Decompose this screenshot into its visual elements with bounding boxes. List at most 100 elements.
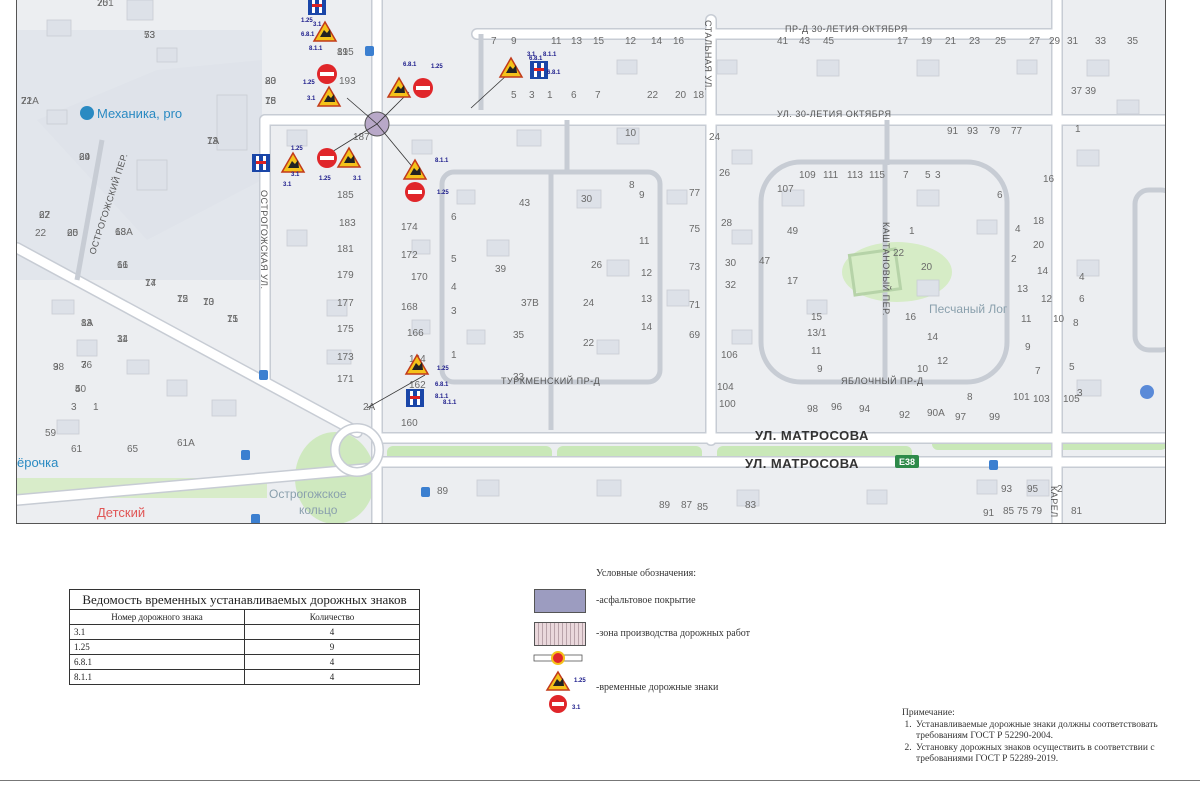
house-number: 1 bbox=[909, 226, 915, 237]
ledger-qty-cell: 4 bbox=[244, 624, 419, 640]
house-number: 43 bbox=[799, 36, 811, 47]
house-number: 10 bbox=[917, 364, 929, 375]
house-number: 14 bbox=[641, 322, 653, 333]
house-number: 12 bbox=[625, 36, 637, 47]
house-number: 27 bbox=[1029, 36, 1041, 47]
house-number: 4 bbox=[1015, 224, 1021, 235]
house-number: 19 bbox=[921, 36, 933, 47]
poi-label[interactable]: Детский bbox=[97, 505, 145, 520]
house-number: 8 bbox=[967, 392, 973, 403]
house-number: 83 bbox=[745, 500, 757, 511]
legend-asphalt-text: -асфальтовое покрытие bbox=[596, 595, 696, 606]
house-number: 7 bbox=[491, 36, 497, 47]
house-number: 18 bbox=[693, 90, 705, 101]
house-number: 100 bbox=[719, 399, 736, 410]
poi-label[interactable]: Механика, pro bbox=[97, 106, 182, 121]
notes-title: Примечание: bbox=[902, 708, 955, 718]
house-number: 6 bbox=[451, 212, 457, 223]
house-number: 193 bbox=[339, 76, 356, 87]
sign-ledger-table: Ведомость временных устанавливаемых доро… bbox=[69, 589, 420, 685]
house-number: 160 bbox=[401, 418, 418, 429]
house-number: 77 bbox=[145, 278, 157, 289]
sign-code-label: 8.1.1 bbox=[443, 400, 457, 406]
sign-code-label: 3.1 bbox=[313, 22, 322, 28]
house-number: 13 bbox=[641, 294, 653, 305]
ledger-grid: Номер дорожного знака Количество 3.1 4 1… bbox=[70, 610, 419, 684]
house-number: 8 bbox=[629, 180, 635, 191]
house-number: 9 bbox=[511, 36, 517, 47]
house-number: 94 bbox=[859, 404, 871, 415]
house-number: 33 bbox=[513, 372, 525, 383]
sign-code-label: 8.1.1 bbox=[435, 394, 449, 400]
street-label: ЯБЛОЧНЫЙ ПР-Д bbox=[841, 375, 924, 386]
house-number: 26 bbox=[719, 168, 731, 179]
house-number: 79 bbox=[1031, 506, 1043, 517]
house-number: 10 bbox=[625, 128, 637, 139]
map-view[interactable]: ПР-Д 30-ЛЕТИЯ ОКТЯБРЯ УЛ. 30-ЛЕТИЯ ОКТЯБ… bbox=[16, 0, 1166, 524]
house-number: 73 bbox=[689, 262, 701, 273]
house-number: 39 bbox=[495, 264, 507, 275]
house-number: 20 bbox=[1033, 240, 1045, 251]
poi-label[interactable]: ёрочка bbox=[17, 455, 59, 470]
house-number: 73 bbox=[203, 297, 215, 308]
house-number: 24 bbox=[583, 298, 595, 309]
sign-code-label: 6.8.1 bbox=[403, 62, 417, 68]
house-number: 20 bbox=[921, 262, 933, 273]
house-number: 171 bbox=[337, 374, 354, 385]
house-number: 113 bbox=[847, 170, 863, 181]
house-number: 98 bbox=[807, 404, 819, 415]
house-number: 75 bbox=[1017, 506, 1029, 517]
house-number: 47 bbox=[759, 256, 771, 267]
house-number: 87 bbox=[681, 500, 693, 511]
house-number: 81 bbox=[1071, 506, 1083, 517]
house-number: 1 bbox=[1075, 124, 1081, 135]
house-number: 73 bbox=[207, 136, 219, 147]
house-number: 22 bbox=[35, 228, 47, 239]
house-number: 6 bbox=[1079, 294, 1085, 305]
notes-block: Примечание: Устанавливаемые дорожные зна… bbox=[902, 708, 1172, 766]
house-number: 36 bbox=[81, 360, 93, 371]
table-row: 8.1.1 4 bbox=[70, 669, 419, 684]
house-number: 43 bbox=[519, 198, 531, 209]
sign-code-label: 1.25 bbox=[437, 366, 449, 372]
house-number: 104 bbox=[717, 382, 734, 393]
house-number: 14 bbox=[927, 332, 939, 343]
house-number: 61А bbox=[177, 438, 195, 449]
house-number: 13 bbox=[1017, 284, 1029, 295]
sign-code-label: 8.1.1 bbox=[543, 52, 557, 58]
house-number: 16 bbox=[673, 36, 685, 47]
ledger-qty-cell: 9 bbox=[244, 639, 419, 655]
house-number: 32 bbox=[725, 280, 737, 291]
house-number: 35 bbox=[1127, 36, 1139, 47]
district-label: Острогожское bbox=[269, 487, 347, 501]
house-number: 23 bbox=[969, 36, 981, 47]
house-number: 85 bbox=[697, 502, 709, 513]
house-number: 16 bbox=[1043, 174, 1055, 185]
house-number: 2 bbox=[1057, 484, 1063, 495]
house-number: 6 bbox=[997, 190, 1003, 201]
house-number: 77 bbox=[689, 188, 701, 199]
house-number: 18 bbox=[1033, 216, 1045, 227]
house-number: 13/1 bbox=[807, 328, 827, 339]
note-item: Установку дорожных знаков осуществить в … bbox=[914, 743, 1172, 766]
house-number: 20 bbox=[675, 90, 687, 101]
house-number: 21 bbox=[945, 36, 957, 47]
house-number: 14 bbox=[1037, 266, 1049, 277]
house-number: 8 bbox=[1073, 318, 1079, 329]
sign-code-label: 8.1.1 bbox=[435, 158, 449, 164]
house-number: 26 bbox=[591, 260, 603, 271]
house-number: 115 bbox=[869, 170, 885, 181]
house-number: 3 bbox=[1077, 388, 1083, 399]
house-number: 24 bbox=[709, 132, 721, 143]
ledger-col-qty: Количество bbox=[244, 610, 419, 625]
house-number: 41 bbox=[777, 36, 789, 47]
sign-code-label: 1.25 bbox=[301, 18, 313, 24]
house-number: 75 bbox=[97, 0, 109, 9]
poi-pin-icon bbox=[1140, 385, 1154, 399]
house-number: 31 bbox=[1067, 36, 1079, 47]
house-number: 40 bbox=[75, 384, 87, 395]
house-number: 75 bbox=[689, 224, 701, 235]
house-number: 71 bbox=[227, 314, 239, 325]
house-number: 109 bbox=[799, 170, 816, 181]
house-number: 81 bbox=[337, 47, 349, 58]
